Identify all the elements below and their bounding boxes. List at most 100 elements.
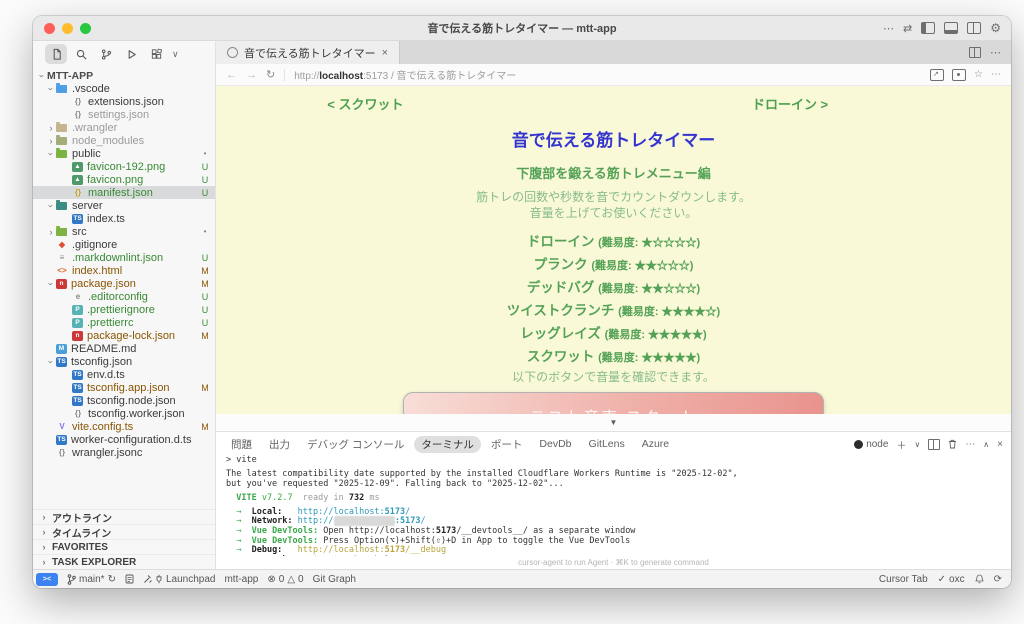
tree-item[interactable]: {}wrangler.jsonc [33,446,215,459]
terminal-dropdown-icon[interactable]: ∨ [914,440,920,449]
tree-item[interactable]: MREADME.md [33,342,215,355]
expand-icon[interactable]: › [46,201,56,211]
panel-tab-DevDb[interactable]: DevDb [532,437,578,451]
sidebar-section-タイムライン[interactable]: ›タイムライン [33,524,215,539]
forward-icon[interactable]: → [246,69,257,81]
linter-status[interactable]: ✓oxc [938,574,965,585]
toggle-panel-icon[interactable] [944,22,958,34]
tree-item[interactable]: ›MTT-APP [33,69,215,82]
test-audio-start-button[interactable]: テスト音声 スタート [403,392,824,414]
explorer-icon[interactable] [45,44,67,64]
scroll-indicator[interactable]: ▼ [216,414,1011,431]
tree-item[interactable]: ▲favicon.pngU [33,173,215,186]
chevron-down-icon[interactable]: ∨ [172,49,179,60]
split-terminal-icon[interactable] [928,439,940,450]
reload-icon[interactable]: ↻ [266,68,275,81]
url-input[interactable]: http://localhost:5173 / 音で伝える筋トレタイマー [294,67,921,82]
nav-link-next[interactable]: ドローイン > [752,94,828,113]
refresh-icon[interactable]: ⟳ [994,574,1002,585]
tree-item[interactable]: ›src• [33,225,215,238]
notifications-bell-icon[interactable] [975,574,984,584]
open-external-icon[interactable]: ↗ [930,69,944,81]
toggle-sidebar-icon[interactable] [921,22,935,34]
tree-item[interactable]: ≡.markdownlint.jsonU [33,251,215,264]
tree-item[interactable]: ›node_modules [33,134,215,147]
tree-item[interactable]: ›.wrangler [33,121,215,134]
tree-item[interactable]: TStsconfig.node.json [33,394,215,407]
expand-icon[interactable]: › [46,136,56,146]
expand-icon[interactable]: › [46,149,56,159]
sync-arrows-icon[interactable]: ⇄ [903,22,912,35]
panel-tab-デバッグ コンソール[interactable]: デバッグ コンソール [300,436,411,453]
panel-tab-ターミナル[interactable]: ターミナル [414,436,481,453]
expand-icon[interactable]: › [46,279,56,289]
kill-terminal-trash-icon[interactable] [948,439,957,449]
source-control-icon[interactable] [95,44,117,64]
changes-icon[interactable] [125,574,134,584]
tree-item[interactable]: {}tsconfig.worker.json [33,407,215,420]
expand-icon[interactable]: › [46,84,56,94]
problems-item[interactable]: ⊗0 △0 [267,574,303,585]
nav-link-prev[interactable]: < スクワット [327,94,403,113]
expand-icon[interactable]: › [46,123,56,133]
close-window-button[interactable] [44,23,55,34]
split-editor-icon[interactable] [969,47,981,58]
extensions-icon[interactable] [145,44,167,64]
maximize-panel-icon[interactable]: ∧ [983,440,989,449]
terminal-output[interactable]: > viteThe latest compatibility date supp… [216,454,1011,556]
tree-item[interactable]: TSindex.ts [33,212,215,225]
search-icon[interactable] [70,44,92,64]
tree-item[interactable]: ›public• [33,147,215,160]
maximize-window-button[interactable] [80,23,91,34]
url-more-icon[interactable]: ⋯ [991,69,1001,80]
panel-tab-Azure[interactable]: Azure [635,437,676,451]
tree-item[interactable]: {}settings.json [33,108,215,121]
panel-tab-GitLens[interactable]: GitLens [582,437,632,451]
screenshot-icon[interactable] [952,69,966,81]
sidebar-section-TASK EXPLORER[interactable]: ›TASK EXPLORER [33,554,215,569]
tree-item[interactable]: ›.vscode [33,82,215,95]
expand-icon[interactable]: › [46,227,56,237]
expand-icon[interactable]: › [46,357,56,367]
tree-item[interactable]: {}extensions.json [33,95,215,108]
tree-item[interactable]: TSworker-configuration.d.ts [33,433,215,446]
project-name[interactable]: mtt-app [224,574,258,585]
panel-tab-ポート[interactable]: ポート [484,436,530,453]
new-terminal-icon[interactable]: ＋ [896,437,906,452]
tree-item[interactable]: P.prettierignoreU [33,303,215,316]
tab-close-icon[interactable]: × [382,47,388,59]
close-panel-icon[interactable]: × [997,439,1003,450]
settings-gear-icon[interactable]: ⚙ [990,23,1001,33]
tree-item[interactable]: TStsconfig.app.jsonM [33,381,215,394]
tree-item[interactable]: ›server [33,199,215,212]
cursor-tab-toggle[interactable]: Cursor Tab [879,574,928,585]
tree-item[interactable]: {}manifest.jsonU [33,186,215,199]
git-graph-item[interactable]: Git Graph [313,574,356,585]
tree-item[interactable]: ›npackage.jsonM [33,277,215,290]
back-icon[interactable]: ← [226,69,237,81]
tree-item[interactable]: ◆.gitignore [33,238,215,251]
remote-indicator[interactable]: >< [36,573,58,586]
tree-item[interactable]: ▲favicon-192.pngU [33,160,215,173]
launchpad-item[interactable]: Launchpad [143,574,216,585]
tree-item[interactable]: npackage-lock.jsonM [33,329,215,342]
sidebar-section-FAVORITES[interactable]: ›FAVORITES [33,539,215,554]
tree-item[interactable]: e.editorconfigU [33,290,215,303]
git-branch-item[interactable]: main* ↻ [67,574,116,585]
more-actions-icon[interactable]: ⋯ [883,22,894,35]
tree-item[interactable]: TSenv.d.ts [33,368,215,381]
run-debug-icon[interactable] [120,44,142,64]
sidebar-section-アウトライン[interactable]: ›アウトライン [33,509,215,524]
tree-item[interactable]: P.prettierrcU [33,316,215,329]
minimize-window-button[interactable] [62,23,73,34]
expand-icon[interactable]: › [37,71,47,81]
tab-browser-preview[interactable]: 音で伝える筋トレタイマー × [216,41,400,64]
customize-layout-icon[interactable] [967,22,981,34]
panel-tab-出力[interactable]: 出力 [262,436,297,453]
editor-more-actions-icon[interactable]: ⋯ [990,46,1001,59]
tree-item[interactable]: <>index.htmlM [33,264,215,277]
tree-item[interactable]: Vvite.config.tsM [33,420,215,433]
terminal-profile[interactable]: node [854,439,888,450]
panel-tab-問題[interactable]: 問題 [224,436,259,453]
tree-item[interactable]: ›TStsconfig.json [33,355,215,368]
